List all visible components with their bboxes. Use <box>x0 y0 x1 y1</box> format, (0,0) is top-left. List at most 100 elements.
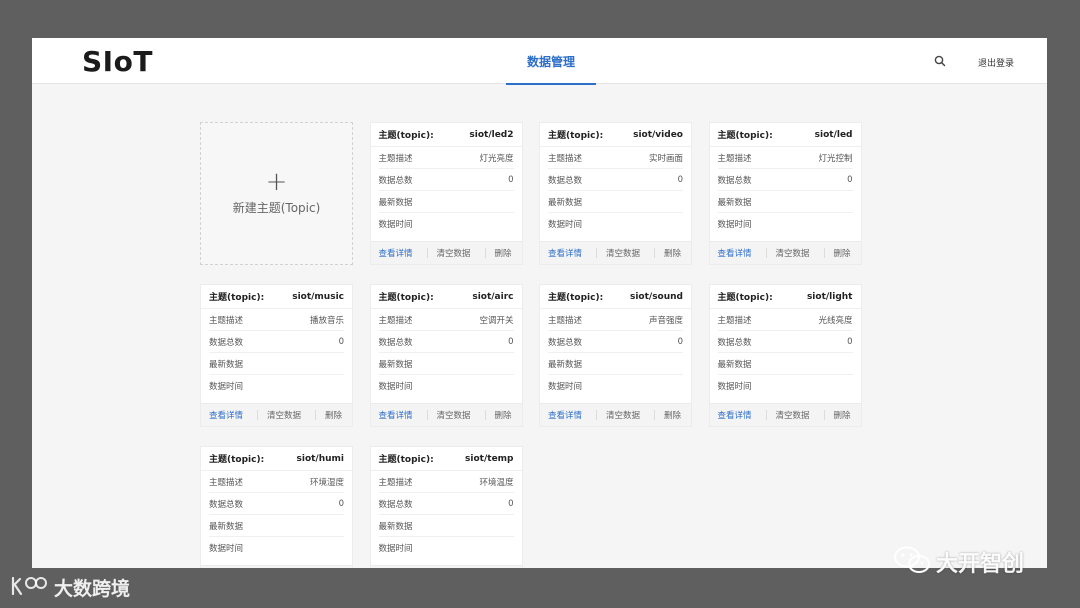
total-label: 数据总数 <box>378 499 413 510</box>
card-actions: 查看详情 清空数据 删除 <box>370 241 522 264</box>
latest-row: 最新数据 <box>378 191 514 213</box>
total-row: 数据总数 0 <box>378 493 514 515</box>
card-header: 主题(topic): siot/airc <box>370 285 522 309</box>
clear-data-button[interactable]: 清空数据 <box>776 409 810 421</box>
clear-data-button[interactable]: 清空数据 <box>606 409 640 421</box>
card-header: 主题(topic): siot/music <box>201 285 352 309</box>
time-row: 数据时间 <box>548 375 683 397</box>
latest-label: 最新数据 <box>717 359 752 370</box>
topic-name: siot/sound <box>629 291 683 302</box>
total-row: 数据总数 0 <box>717 331 853 353</box>
total-row: 数据总数 0 <box>717 169 853 191</box>
view-details-button[interactable]: 查看详情 <box>718 247 752 259</box>
time-label: 数据时间 <box>378 220 413 230</box>
total-label: 数据总数 <box>209 499 244 510</box>
action-divider <box>765 248 767 258</box>
view-details-button[interactable]: 查看详情 <box>209 409 243 421</box>
latest-row: 最新数据 <box>717 353 853 375</box>
topic-card: 主题(topic): siot/sound 主题描述 声音强度 数据总数 0 最… <box>539 284 692 427</box>
card-header: 主题(topic): siot/humi <box>201 447 352 471</box>
latest-label: 最新数据 <box>378 359 413 370</box>
card-actions: 查看详情 清空数据 删除 <box>370 565 522 568</box>
delete-button[interactable]: 删除 <box>834 247 851 259</box>
total-value: 0 <box>338 498 344 509</box>
description-label: 主题描述 <box>717 153 752 164</box>
action-divider <box>596 248 597 258</box>
action-divider <box>484 248 486 258</box>
topic-name: siot/humi <box>296 453 345 464</box>
total-value: 0 <box>677 174 683 185</box>
topic-prefix-label: 主题(topic): <box>378 293 434 303</box>
action-divider <box>257 410 258 420</box>
time-row: 数据时间 <box>718 213 853 235</box>
card-actions: 查看详情 清空数据 删除 <box>201 565 352 568</box>
action-divider <box>484 410 486 420</box>
description-label: 主题描述 <box>378 477 413 488</box>
clear-data-button[interactable]: 清空数据 <box>437 409 471 421</box>
total-row: 数据总数 0 <box>209 331 344 353</box>
topic-card: 主题(topic): siot/led 主题描述 灯光控制 数据总数 0 最新数… <box>708 122 862 265</box>
card-actions: 查看详情 清空数据 删除 <box>540 403 691 426</box>
total-label: 数据总数 <box>548 175 583 186</box>
card-actions: 查看详情 清空数据 删除 <box>709 403 861 426</box>
description-value: 环境湿度 <box>309 477 344 488</box>
card-header: 主题(topic): siot/led2 <box>370 123 522 147</box>
delete-button[interactable]: 删除 <box>664 409 681 421</box>
topic-prefix-label: 主题(topic): <box>717 293 773 303</box>
latest-row: 最新数据 <box>717 191 853 213</box>
description-label: 主题描述 <box>548 315 583 326</box>
latest-label: 最新数据 <box>209 359 244 370</box>
view-details-button[interactable]: 查看详情 <box>548 409 582 421</box>
view-details-button[interactable]: 查看详情 <box>379 247 413 259</box>
total-label: 数据总数 <box>548 337 583 348</box>
view-details-button[interactable]: 查看详情 <box>379 409 413 421</box>
description-row: 主题描述 灯光亮度 <box>378 147 514 169</box>
total-value: 0 <box>508 174 514 185</box>
total-value: 0 <box>847 174 853 185</box>
total-label: 数据总数 <box>717 175 752 186</box>
view-details-button[interactable]: 查看详情 <box>718 409 752 421</box>
topic-card: 主题(topic): siot/music 主题描述 播放音乐 数据总数 0 最… <box>200 284 353 427</box>
total-value: 0 <box>508 498 514 509</box>
siot-logo: SIoT <box>82 45 153 78</box>
topic-prefix-label: 主题(topic): <box>209 455 265 465</box>
latest-row: 最新数据 <box>548 353 683 375</box>
clear-data-button[interactable]: 清空数据 <box>437 247 471 259</box>
new-topic-card[interactable]: + 新建主题(Topic) <box>200 122 353 265</box>
time-label: 数据时间 <box>548 220 583 230</box>
description-label: 主题描述 <box>548 153 583 164</box>
description-value: 空调开关 <box>479 315 514 326</box>
delete-button[interactable]: 删除 <box>495 409 512 421</box>
tab-data-management[interactable]: 数据管理 <box>506 38 596 85</box>
plus-icon: + <box>265 167 288 197</box>
clear-data-button[interactable]: 清空数据 <box>776 247 810 259</box>
view-details-button[interactable]: 查看详情 <box>548 247 582 259</box>
active-tab-indicator <box>506 83 596 85</box>
logout-link[interactable]: 退出登录 <box>978 56 1014 69</box>
description-label: 主题描述 <box>209 477 244 488</box>
topic-card: 主题(topic): siot/humi 主题描述 环境湿度 数据总数 0 最新… <box>200 446 353 568</box>
delete-button[interactable]: 删除 <box>834 409 851 421</box>
card-header: 主题(topic): siot/sound <box>540 285 691 309</box>
clear-data-button[interactable]: 清空数据 <box>606 247 640 259</box>
tab-label: 数据管理 <box>526 54 575 69</box>
total-label: 数据总数 <box>209 337 244 348</box>
search-icon[interactable] <box>932 53 948 69</box>
clear-data-button[interactable]: 清空数据 <box>267 409 301 421</box>
total-value: 0 <box>677 336 683 347</box>
description-row: 主题描述 声音强度 <box>548 309 683 331</box>
topic-card: 主题(topic): siot/temp 主题描述 环境温度 数据总数 0 最新… <box>369 446 523 568</box>
card-actions: 查看详情 清空数据 删除 <box>370 403 522 426</box>
delete-button[interactable]: 删除 <box>495 247 512 259</box>
description-value: 灯光亮度 <box>479 153 514 164</box>
app-window: SIoT 数据管理 退出登录 + 新建主题(Topic) 主题(topic): … <box>32 38 1047 568</box>
watermark-logo-icon <box>10 575 48 601</box>
new-topic-label: 新建主题(Topic) <box>232 201 321 215</box>
latest-row: 最新数据 <box>209 353 344 375</box>
topic-name: siot/led2 <box>469 129 514 140</box>
action-divider <box>426 248 428 258</box>
latest-row: 最新数据 <box>378 353 514 375</box>
latest-row: 最新数据 <box>209 515 344 537</box>
delete-button[interactable]: 删除 <box>325 409 342 421</box>
delete-button[interactable]: 删除 <box>664 247 681 259</box>
